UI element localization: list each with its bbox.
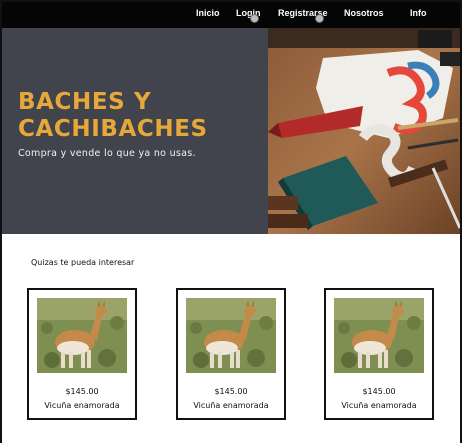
hero-banner: BACHES Y CACHIBACHES Compra y vende lo q… <box>2 28 460 234</box>
product-card[interactable]: $145.00 Vicuña enamorada <box>324 288 434 420</box>
top-navbar: Inicio Login Registrarse Nosotros Info <box>2 2 460 28</box>
section-label: Quizas te pueda interesar <box>31 258 135 267</box>
hero-photo <box>268 28 460 234</box>
vicuna-photo-icon[interactable] <box>37 298 127 373</box>
hero-title-line1: BACHES Y <box>18 89 152 115</box>
vicuna-photo-icon[interactable] <box>334 298 424 373</box>
product-price: $145.00 <box>362 387 396 396</box>
product-name[interactable]: Vicuña enamorada <box>29 401 135 410</box>
product-card[interactable]: $145.00 Vicuña enamorada <box>176 288 286 420</box>
product-card[interactable]: $145.00 Vicuña enamorada <box>27 288 137 420</box>
product-price: $145.00 <box>214 387 248 396</box>
nav-link-nosotros[interactable]: Nosotros <box>344 8 384 18</box>
product-name[interactable]: Vicuña enamorada <box>326 401 432 410</box>
product-price: $145.00 <box>65 387 99 396</box>
cursor-indicator-icon <box>315 14 324 23</box>
vicuna-photo-icon[interactable] <box>186 298 276 373</box>
hero-subtitle: Compra y vende lo que ya no usas. <box>18 148 196 159</box>
hero-title: BACHES Y CACHIBACHES <box>18 89 268 143</box>
product-name[interactable]: Vicuña enamorada <box>178 401 284 410</box>
cursor-indicator-icon <box>250 14 259 23</box>
nav-link-info[interactable]: Info <box>410 8 427 18</box>
hero-title-line2: CACHIBACHES <box>18 116 208 142</box>
nav-link-inicio[interactable]: Inicio <box>196 8 220 18</box>
